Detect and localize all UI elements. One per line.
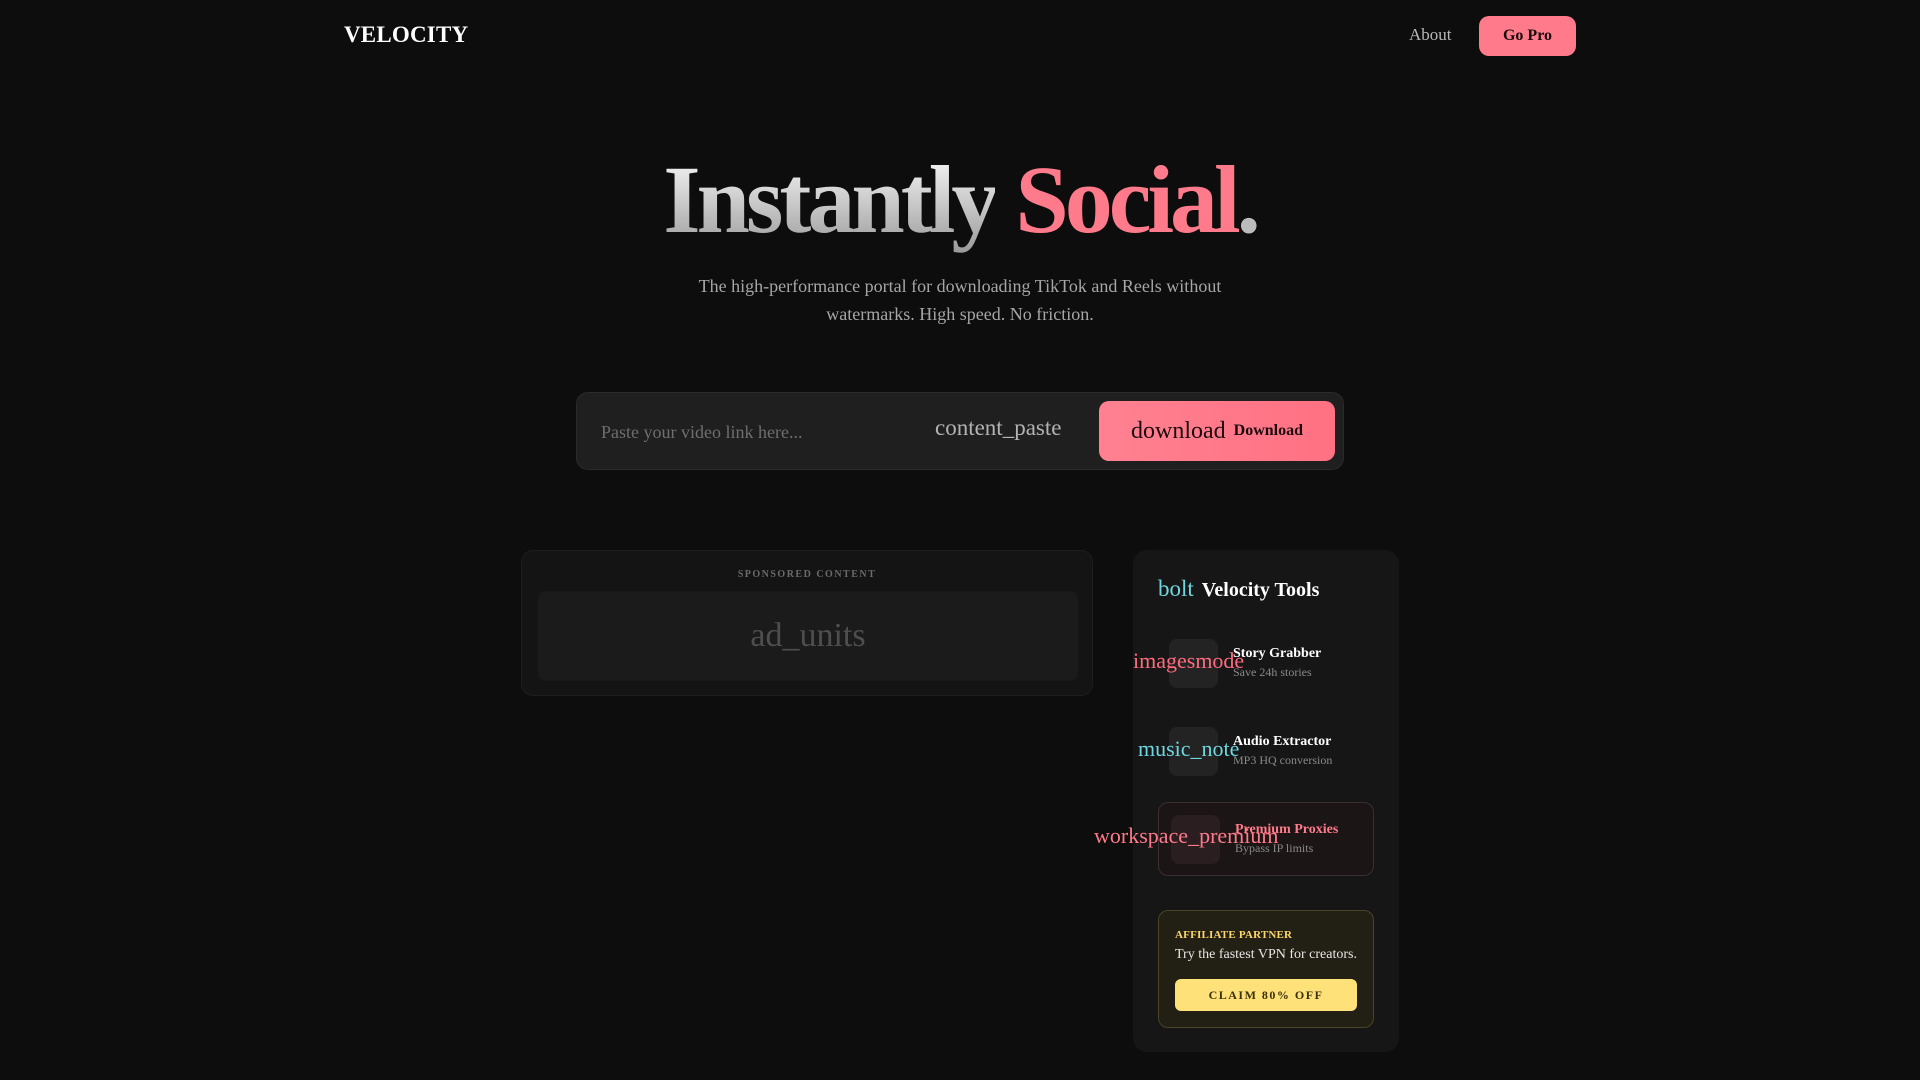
hero-subtitle: The high-performance portal for download…	[698, 276, 1222, 324]
header: VELOCITY About Go Pro	[0, 0, 1920, 72]
content-paste-icon[interactable]: content_paste	[935, 415, 1061, 441]
tool-name: Story Grabber	[1233, 646, 1322, 661]
tools-title: Velocity Tools	[1201, 579, 1320, 601]
search-bar: content_paste download Download	[576, 392, 1344, 470]
imagesmode-icon: imagesmode	[1133, 648, 1245, 673]
hero-title-dot: .	[1236, 146, 1261, 253]
tool-desc: MP3 HQ conversion	[1233, 753, 1333, 767]
affiliate-card: AFFILIATE PARTNER Try the fastest VPN fo…	[1158, 910, 1374, 1028]
tool-desc: Bypass IP limits	[1235, 841, 1314, 855]
nav-about-link[interactable]: About	[1409, 25, 1452, 45]
download-button[interactable]: download Download	[1099, 401, 1335, 461]
tool-name: Audio Extractor	[1233, 734, 1332, 749]
tool-premium-proxies[interactable]: workspace_premium Premium Proxies Bypass…	[1094, 802, 1374, 876]
sponsored-section: SPONSORED CONTENT ad_units	[521, 550, 1093, 696]
affiliate-label: AFFILIATE PARTNER	[1175, 929, 1293, 941]
tool-audio-extractor[interactable]: music_note Audio Extractor MP3 HQ conver…	[1138, 712, 1374, 786]
ad-units-icon: ad_units	[750, 617, 866, 654]
download-icon: download	[1130, 417, 1226, 444]
tool-desc: Save 24h stories	[1233, 665, 1312, 679]
velocity-tools-panel: bolt Velocity Tools imagesmode Story Gra…	[1094, 550, 1399, 1052]
music-note-icon: music_note	[1138, 736, 1240, 761]
hero-title-word-2: Social	[1015, 146, 1240, 253]
go-pro-button[interactable]: Go Pro	[1479, 16, 1576, 56]
logo[interactable]: VELOCITY	[344, 22, 468, 48]
hero-title-word-1: Instantly	[663, 146, 999, 253]
tool-name: Premium Proxies	[1235, 822, 1339, 837]
sponsored-label: SPONSORED CONTENT	[737, 569, 877, 580]
tools-header: bolt Velocity Tools	[1158, 576, 1319, 602]
video-link-input[interactable]	[601, 413, 901, 451]
download-button-label: Download	[1233, 422, 1303, 439]
claim-offer-button[interactable]: CLAIM 80% OFF	[1175, 979, 1357, 1011]
affiliate-text: Try the fastest VPN for creators.	[1175, 947, 1357, 962]
bolt-icon: bolt	[1158, 576, 1194, 601]
tool-story-grabber[interactable]: imagesmode Story Grabber Save 24h storie…	[1133, 624, 1374, 698]
hero-title: Instantly Social.	[0, 145, 1920, 255]
ad-slot[interactable]: ad_units	[538, 591, 1078, 681]
